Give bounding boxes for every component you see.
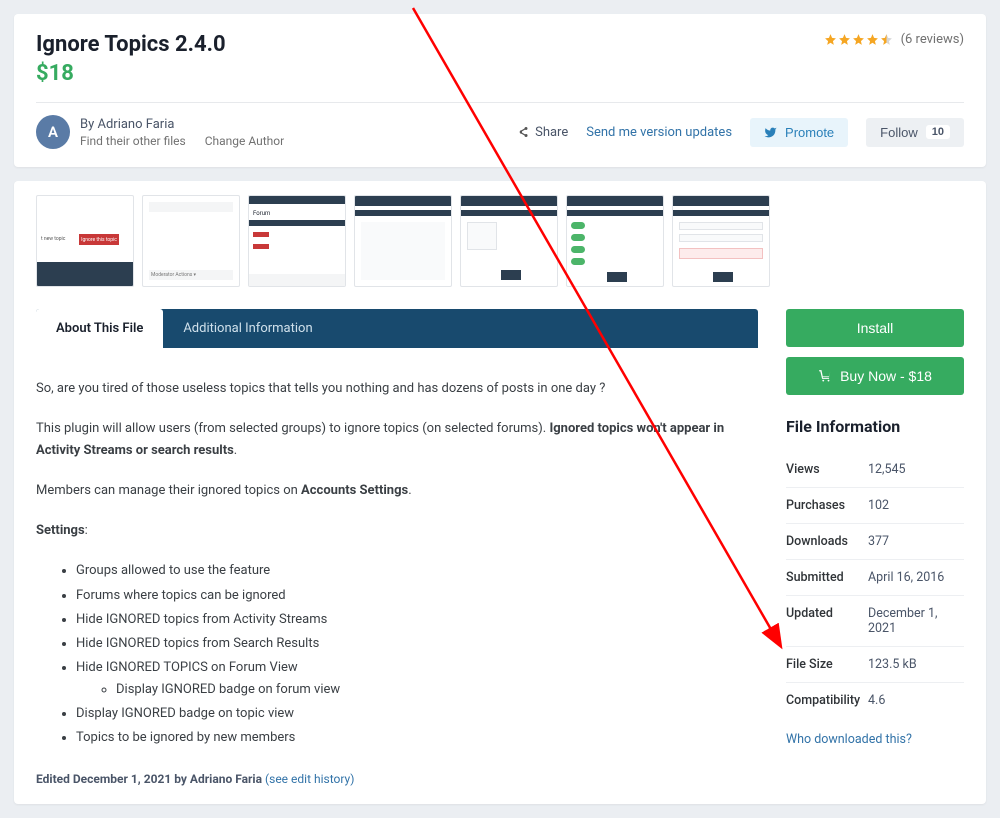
- list-item: Forums where topics can be ignored: [76, 585, 758, 607]
- screenshot-thumb[interactable]: Moderator Actions ▾: [142, 195, 240, 287]
- screenshot-thumb[interactable]: t new topic Ignore this topic: [36, 195, 134, 287]
- main-column: About This File Additional Information S…: [36, 309, 758, 790]
- header-actions: Share Send me version updates Promote Fo…: [517, 118, 964, 147]
- tabs-bar: About This File Additional Information: [36, 309, 758, 348]
- screenshot-thumb[interactable]: [354, 195, 452, 287]
- info-row: Purchases102: [786, 488, 964, 524]
- product-title: Ignore Topics 2.4.0: [36, 32, 226, 57]
- list-item: Display IGNORED badge on topic view: [76, 703, 758, 725]
- settings-heading: Settings:: [36, 520, 758, 542]
- settings-list: Groups allowed to use the feature Forums…: [36, 560, 758, 749]
- info-row: Compatibility4.6: [786, 683, 964, 718]
- description-body: So, are you tired of those useless topic…: [36, 348, 758, 790]
- follow-button[interactable]: Follow 10: [866, 118, 964, 147]
- sidebar: Install Buy Now - $18 File Information V…: [786, 309, 964, 747]
- change-author-link[interactable]: Change Author: [205, 134, 284, 148]
- screenshot-thumb[interactable]: [566, 195, 664, 287]
- cart-icon: [818, 369, 832, 383]
- product-header: Ignore Topics 2.4.0 $18 (6 reviews) A B: [14, 14, 986, 167]
- screenshot-thumb[interactable]: [460, 195, 558, 287]
- promote-button[interactable]: Promote: [750, 118, 848, 147]
- star-rating: [824, 33, 893, 46]
- info-row: Downloads377: [786, 524, 964, 560]
- desc-para: Members can manage their ignored topics …: [36, 480, 758, 502]
- twitter-icon: [764, 126, 777, 139]
- list-item: Hide IGNORED TOPICS on Forum View Displa…: [76, 657, 758, 701]
- who-downloaded-link[interactable]: Who downloaded this?: [786, 732, 912, 747]
- desc-para: This plugin will allow users (from selec…: [36, 418, 758, 462]
- file-info-list: Views12,545 Purchases102 Downloads377 Su…: [786, 452, 964, 718]
- main-card: t new topic Ignore this topic Moderator …: [14, 181, 986, 804]
- author-byline[interactable]: By Adriano Faria: [80, 117, 284, 132]
- edit-history-link[interactable]: (see edit history): [265, 772, 354, 786]
- file-info-heading: File Information: [786, 417, 964, 436]
- tab-about[interactable]: About This File: [36, 309, 163, 348]
- share-button[interactable]: Share: [517, 125, 568, 140]
- screenshot-thumb[interactable]: [672, 195, 770, 287]
- screenshot-thumb[interactable]: Forum: [248, 195, 346, 287]
- author-avatar[interactable]: A: [36, 115, 70, 149]
- find-other-files-link[interactable]: Find their other files: [80, 134, 186, 148]
- share-icon: [517, 126, 529, 138]
- edited-line: Edited December 1, 2021 by Adriano Faria…: [36, 769, 758, 789]
- product-price: $18: [36, 61, 226, 86]
- info-row: SubmittedApril 16, 2016: [786, 560, 964, 596]
- list-item: Hide IGNORED topics from Activity Stream…: [76, 609, 758, 631]
- rating-box: (6 reviews): [824, 32, 964, 47]
- follow-count: 10: [926, 125, 950, 139]
- list-item: Groups allowed to use the feature: [76, 560, 758, 582]
- list-item: Topics to be ignored by new members: [76, 727, 758, 749]
- desc-para: So, are you tired of those useless topic…: [36, 378, 758, 400]
- author-block: A By Adriano Faria Find their other file…: [36, 115, 284, 149]
- info-row: UpdatedDecember 1, 2021: [786, 596, 964, 647]
- tab-additional[interactable]: Additional Information: [163, 309, 332, 348]
- install-button[interactable]: Install: [786, 309, 964, 347]
- info-row: File Size123.5 kB: [786, 647, 964, 683]
- list-item: Display IGNORED badge on forum view: [116, 679, 758, 701]
- version-updates-link[interactable]: Send me version updates: [586, 125, 732, 140]
- list-item: Hide IGNORED topics from Search Results: [76, 633, 758, 655]
- buy-now-button[interactable]: Buy Now - $18: [786, 357, 964, 395]
- info-row: Views12,545: [786, 452, 964, 488]
- reviews-count[interactable]: (6 reviews): [901, 32, 964, 47]
